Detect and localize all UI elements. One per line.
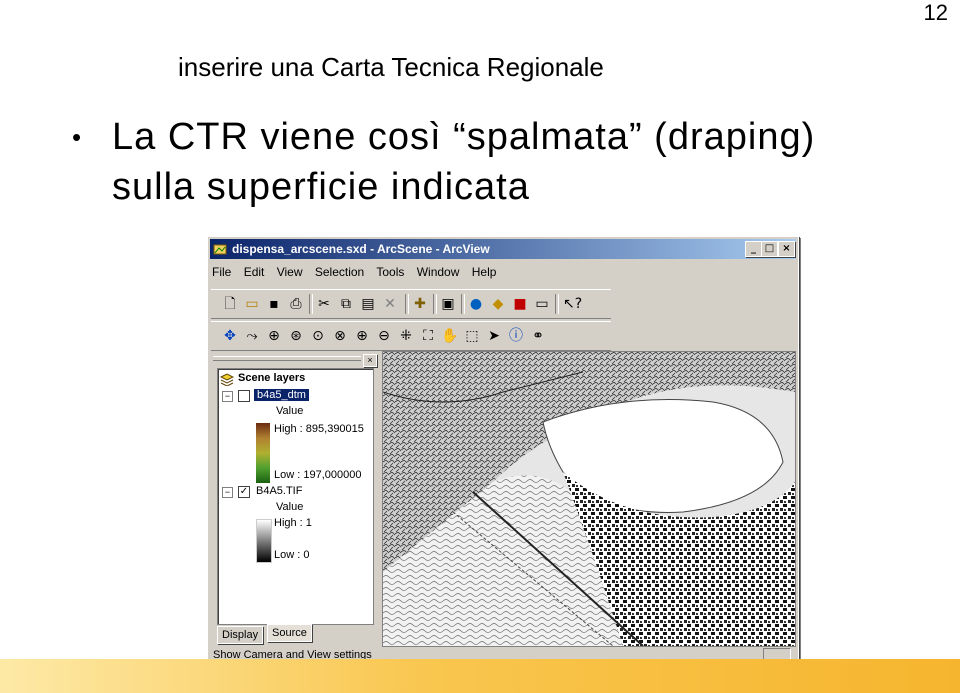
toolbar-separator (309, 294, 313, 314)
tools-toolbar: ✥ ⤳ ⊕ ⊛ ⊙ ⊗ ⊕ ⊖ ⁜ ⛶ ✋ ⬚ ➤ ⓘ ⚭ (211, 321, 611, 351)
slide-subtitle: inserire una Carta Tecnica Regionale (178, 52, 604, 82)
close-button[interactable]: × (778, 241, 795, 257)
legend-value-label: Value (276, 405, 304, 417)
legend-high-label: High : 895,390015 (274, 423, 364, 435)
arccatalog-icon[interactable]: ◆ (489, 295, 507, 313)
arcscene-window: dispensa_arcscene.sxd - ArcScene - ArcVi… (207, 236, 799, 668)
menu-help[interactable]: Help (472, 265, 497, 279)
toolbar-separator (555, 294, 559, 314)
full-extent-icon[interactable]: ⛶ (419, 327, 437, 345)
target-center-icon[interactable]: ⊕ (265, 327, 283, 345)
zoom-to-target-icon[interactable]: ⊛ (287, 327, 305, 345)
menu-bar: File Edit View Selection Tools Window He… (212, 265, 505, 285)
save-icon[interactable]: ▪ (265, 295, 283, 313)
toc-list: Scene layers − b4a5_dtm Value High : 895… (217, 368, 374, 625)
select-features-icon[interactable]: ⬚ (463, 327, 481, 345)
cut-icon[interactable]: ✂ (315, 295, 333, 313)
table-of-contents: × Scene layers − b4a5_dtm Value High : 8… (211, 352, 379, 644)
menu-file[interactable]: File (212, 265, 231, 279)
menu-window[interactable]: Window (417, 265, 460, 279)
tab-display[interactable]: Display (217, 626, 264, 644)
menu-edit[interactable]: Edit (244, 265, 265, 279)
toolbar-separator (405, 294, 409, 314)
add-data-icon[interactable]: ✚ (411, 295, 429, 313)
layer-row-dtm[interactable]: − b4a5_dtm (222, 389, 372, 404)
scene-layers-label: Scene layers (238, 372, 306, 384)
paste-icon[interactable]: ▤ (359, 295, 377, 313)
set-observer-icon[interactable]: ⊙ (309, 327, 327, 345)
whats-this-icon[interactable]: ↖? (563, 295, 582, 313)
toolbar-separator (461, 294, 465, 314)
toc-close-button[interactable]: × (363, 354, 377, 367)
layer-checkbox-dtm[interactable] (238, 390, 250, 402)
find-icon[interactable]: ⚭ (529, 327, 547, 345)
tif-gray-ramp (256, 519, 272, 563)
legend-low-label: Low : 197,000000 (274, 469, 362, 481)
identify-icon[interactable]: ⓘ (507, 327, 525, 345)
collapse-icon[interactable]: − (222, 391, 233, 402)
menu-selection[interactable]: Selection (315, 265, 364, 279)
layer-name-dtm: b4a5_dtm (254, 389, 309, 401)
command-line-icon[interactable]: ▭ (533, 295, 551, 313)
legend-high-label: High : 1 (274, 517, 312, 529)
dtm-color-ramp (256, 423, 270, 483)
layers-icon (220, 373, 234, 386)
zoom-in-icon[interactable]: ⊕ (353, 327, 371, 345)
layer-checkbox-tif[interactable]: ✓ (238, 486, 250, 498)
toolbar-separator (433, 294, 437, 314)
pan-icon[interactable]: ✋ (441, 327, 459, 345)
arcscene-app-icon (213, 244, 227, 255)
center-on-target-icon[interactable]: ⊗ (331, 327, 349, 345)
delete-icon[interactable]: ✕ (381, 295, 399, 313)
toc-grip[interactable] (213, 356, 361, 361)
select-element-icon[interactable]: ➤ (485, 327, 503, 345)
maximize-button[interactable]: □ (761, 241, 778, 257)
copy-icon[interactable]: ⧉ (337, 295, 355, 313)
globe-icon[interactable]: ● (467, 295, 485, 313)
zoom-in-fixed-icon[interactable]: ⁜ (397, 327, 415, 345)
menu-view[interactable]: View (277, 265, 303, 279)
slide-number: 12 (923, 0, 948, 25)
bottom-decoration-band (0, 659, 960, 693)
zoom-out-icon[interactable]: ⊖ (375, 327, 393, 345)
legend-value-label: Value (276, 501, 304, 513)
new-icon[interactable]: 🗋 (221, 295, 239, 313)
scene-viewer[interactable] (382, 351, 796, 647)
open-icon[interactable]: ▭ (243, 295, 261, 313)
print-icon[interactable]: ⎙ (287, 295, 305, 313)
collapse-icon[interactable]: − (222, 487, 233, 498)
layer-name-tif: B4A5.TIF (256, 485, 303, 497)
tab-source[interactable]: Source (267, 624, 312, 642)
minimize-button[interactable]: _ (745, 241, 762, 257)
scene-properties-icon[interactable]: ▣ (439, 295, 457, 313)
draped-terrain-image (383, 352, 795, 646)
navigate-icon[interactable]: ✥ (221, 327, 239, 345)
menu-tools[interactable]: Tools (376, 265, 404, 279)
fly-icon[interactable]: ⤳ (243, 327, 261, 345)
standard-toolbar: 🗋 ▭ ▪ ⎙ ✂ ⧉ ▤ ✕ ✚ ▣ ● ◆ ■ ▭ ↖? (211, 289, 611, 319)
toolbox-icon[interactable]: ■ (511, 295, 529, 313)
bullet-dot: • (72, 122, 83, 152)
bullet-text: La CTR viene così “spalmata” (draping) s… (112, 116, 816, 208)
legend-low-label: Low : 0 (274, 549, 310, 561)
title-bar[interactable]: dispensa_arcscene.sxd - ArcScene - ArcVi… (210, 239, 796, 259)
window-title: dispensa_arcscene.sxd - ArcScene - ArcVi… (232, 242, 490, 256)
